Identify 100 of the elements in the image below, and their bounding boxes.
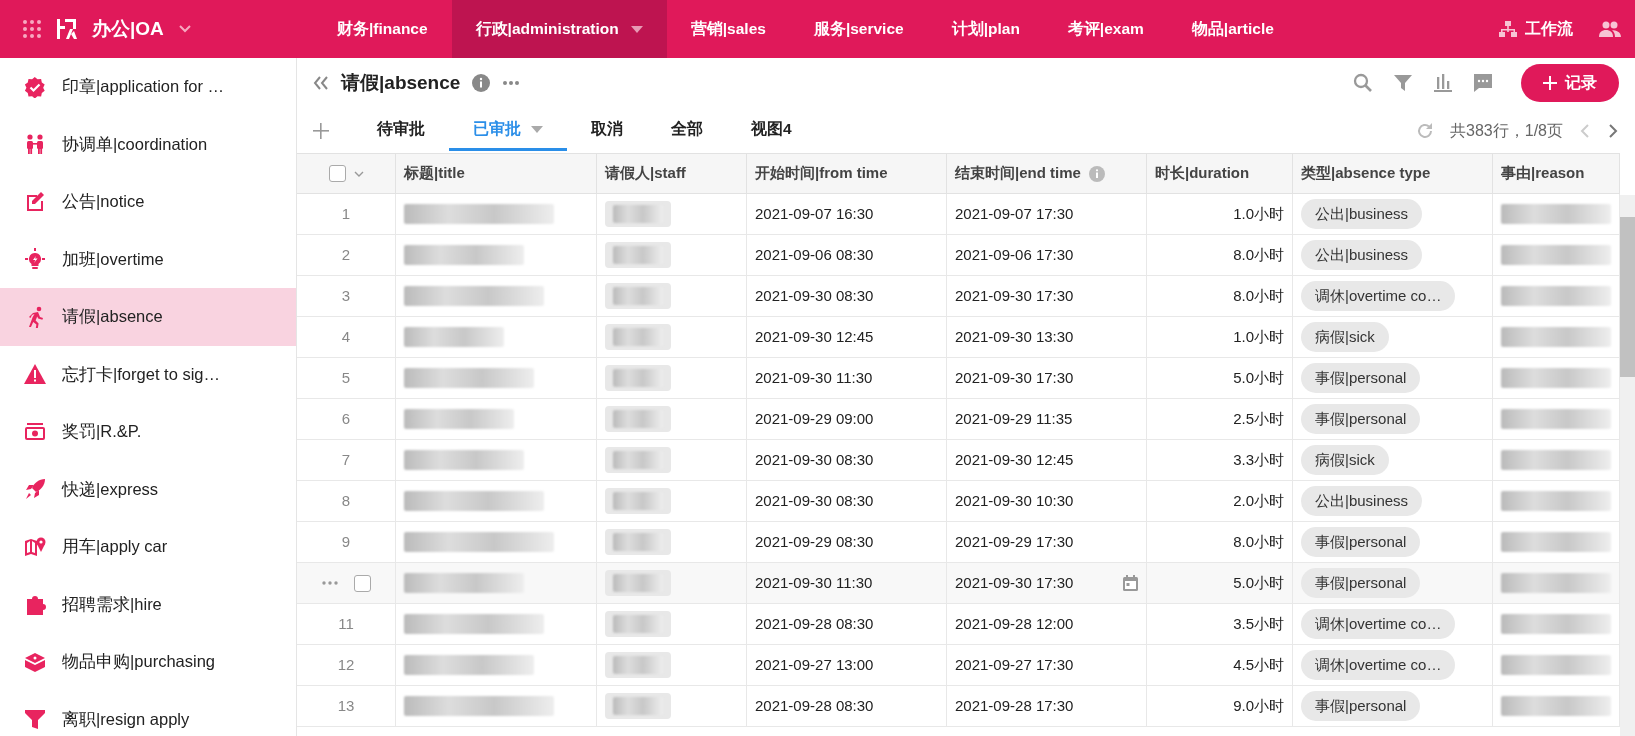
table-row[interactable]: 8 2021-09-30 08:30 2021-09-30 10:30 2.0小时 公出|business <box>297 481 1620 522</box>
nav-tab[interactable]: 服务|service <box>789 0 928 58</box>
nav-tab[interactable]: 计划|plan <box>927 0 1044 58</box>
sidebar-item[interactable]: 加班|overtime <box>0 230 296 288</box>
top-link[interactable]: 工作流 <box>1499 17 1573 41</box>
table-row[interactable]: 5 2021-09-30 11:30 2021-09-30 17:30 5.0小时 事假|personal <box>297 358 1620 399</box>
chevron-down-icon[interactable] <box>353 170 364 177</box>
type-tag: 事假|personal <box>1301 526 1421 558</box>
sidebar-item[interactable]: 公告|notice <box>0 173 296 231</box>
column-header[interactable]: 标题|title <box>396 153 597 194</box>
row-number: 4 <box>341 326 351 347</box>
nav-tab[interactable]: 财务|finance <box>313 0 452 58</box>
users-icon[interactable] <box>1599 21 1621 37</box>
table-row[interactable]: 6 2021-09-29 09:00 2021-09-29 11:35 2.5小时 事假|personal <box>297 399 1620 440</box>
table-cell-text: 2021-09-30 13:30 <box>955 326 1074 347</box>
more-icon[interactable] <box>321 581 338 585</box>
nav-tab[interactable]: 考评|exam <box>1043 0 1168 58</box>
view-tab[interactable]: 取消 <box>567 110 647 151</box>
next-page-icon[interactable] <box>1607 122 1619 139</box>
sidebar-item[interactable]: 忘打卡|forget to sig… <box>0 345 296 403</box>
view-tab[interactable]: 待审批 <box>353 110 449 151</box>
bar-chart-icon[interactable] <box>1433 73 1453 93</box>
search-icon[interactable] <box>1353 73 1373 93</box>
column-header[interactable]: 事由|reason <box>1493 153 1620 194</box>
staff-chip <box>605 447 671 473</box>
chevron-down-icon[interactable] <box>177 24 192 34</box>
table-row[interactable]: 1 2021-09-07 16:30 2021-09-07 17:30 1.0小时 公出|business <box>297 194 1620 235</box>
table-cell-text: 2021-09-28 17:30 <box>955 695 1074 716</box>
nav-tab[interactable]: 行政|administration <box>451 0 667 58</box>
nav-tab[interactable]: 物品|article <box>1167 0 1298 58</box>
app-title: 办公|OA <box>92 16 164 41</box>
refresh-icon[interactable] <box>1416 121 1435 140</box>
table-cell: 5.0小时 <box>1147 563 1293 604</box>
comment-icon[interactable] <box>1473 73 1493 93</box>
table-cell-text: 2021-09-28 12:00 <box>955 613 1074 634</box>
info-icon[interactable] <box>472 74 491 92</box>
table-cell: 5.0小时 <box>1147 358 1293 399</box>
table-row[interactable]: 4 2021-09-30 12:45 2021-09-30 13:30 1.0小时 病假|sick <box>297 317 1620 358</box>
sidebar-item[interactable]: 协调单|coordination <box>0 115 296 173</box>
sidebar-item[interactable]: 用车|apply car <box>0 518 296 576</box>
sidebar-item[interactable]: 奖罚|R.&P. <box>0 403 296 461</box>
table-row[interactable]: 11 2021-09-28 08:30 2021-09-28 12:00 3.5小时 调休|overtime co… <box>297 604 1620 645</box>
add-view-icon[interactable] <box>313 122 329 139</box>
scrollbar[interactable] <box>1620 195 1635 736</box>
table-cell: 2021-09-27 13:00 <box>747 645 947 686</box>
table-row[interactable]: 2 2021-09-06 08:30 2021-09-06 17:30 8.0小时 公出|business <box>297 235 1620 276</box>
sidebar-item[interactable]: 离职|resign apply <box>0 690 296 736</box>
row-number: 7 <box>341 449 351 470</box>
sidebar-item[interactable]: 印章|application for … <box>0 58 296 116</box>
add-record-button[interactable]: 记录 <box>1521 64 1619 102</box>
type-tag: 病假|sick <box>1301 321 1389 353</box>
edit-icon <box>24 190 46 213</box>
type-tag: 事假|personal <box>1301 362 1421 394</box>
filter-icon[interactable] <box>1393 73 1413 93</box>
funnel-icon <box>24 708 46 731</box>
staff-chip <box>605 242 671 268</box>
table-cell-text: 2021-09-30 10:30 <box>955 490 1074 511</box>
table-cell-text: 2021-09-30 17:30 <box>955 572 1074 593</box>
table-row[interactable]: 12 2021-09-27 13:00 2021-09-27 17:30 4.5小时 调休|overtime co… <box>297 645 1620 686</box>
apps-grid-icon[interactable] <box>22 19 42 39</box>
view-tab[interactable]: 全部 <box>647 110 727 151</box>
table-row[interactable]: 7 2021-09-30 08:30 2021-09-30 12:45 3.3小时 病假|sick <box>297 440 1620 481</box>
lightbulb-icon <box>24 248 46 271</box>
rocket-icon <box>24 478 46 501</box>
type-tag: 公出|business <box>1301 198 1423 230</box>
column-header[interactable]: 时长|duration <box>1147 153 1293 194</box>
table-cell: 3.5小时 <box>1147 604 1293 645</box>
row-checkbox[interactable] <box>353 574 371 592</box>
staff-chip <box>605 693 671 719</box>
sidebar-item[interactable]: 物品申购|purchasing <box>0 633 296 691</box>
sidebar-item[interactable]: 招聘需求|hire <box>0 575 296 633</box>
column-header[interactable]: 请假人|staff <box>597 153 747 194</box>
view-tab[interactable]: 视图4 <box>727 110 816 151</box>
sidebar-item[interactable]: 快递|express <box>0 460 296 518</box>
table-cell: 2021-09-28 08:30 <box>747 604 947 645</box>
table-cell: 2021-09-28 08:30 <box>747 686 947 727</box>
table-row[interactable]: 2021-09-30 11:30 2021-09-30 17:30 5.0小时 事假|personal <box>297 563 1620 604</box>
stacked-box-icon <box>24 650 46 673</box>
table-cell: 2.5小时 <box>1147 399 1293 440</box>
previous-page-icon[interactable] <box>1579 122 1591 139</box>
type-tag: 事假|personal <box>1301 403 1421 435</box>
column-header[interactable]: 开始时间|from time <box>747 153 947 194</box>
info-icon[interactable] <box>1088 165 1105 182</box>
cash-icon <box>24 420 46 443</box>
collapse-icon[interactable] <box>313 76 329 90</box>
table-cell: 2021-09-30 08:30 <box>747 276 947 317</box>
sidebar-item[interactable]: 请假|absence <box>0 288 296 346</box>
column-header[interactable]: 类型|absence type <box>1293 153 1493 194</box>
table-cell-text: 2021-09-07 17:30 <box>955 203 1074 224</box>
calendar-icon[interactable] <box>1123 575 1138 591</box>
type-tag: 公出|business <box>1301 485 1423 517</box>
type-tag: 调休|overtime co… <box>1301 280 1456 312</box>
staff-chip <box>605 283 671 309</box>
table-cell: 3.3小时 <box>1147 440 1293 481</box>
table-row[interactable]: 3 2021-09-30 08:30 2021-09-30 17:30 8.0小时 调休|overtime co… <box>297 276 1620 317</box>
select-all-checkbox[interactable] <box>328 165 346 182</box>
more-icon[interactable] <box>502 80 521 86</box>
table-cell: 8.0小时 <box>1147 235 1293 276</box>
nav-tab[interactable]: 营销|sales <box>666 0 790 58</box>
table-row[interactable]: 13 2021-09-28 08:30 2021-09-28 17:30 9.0小时 事假|personal <box>297 686 1620 727</box>
